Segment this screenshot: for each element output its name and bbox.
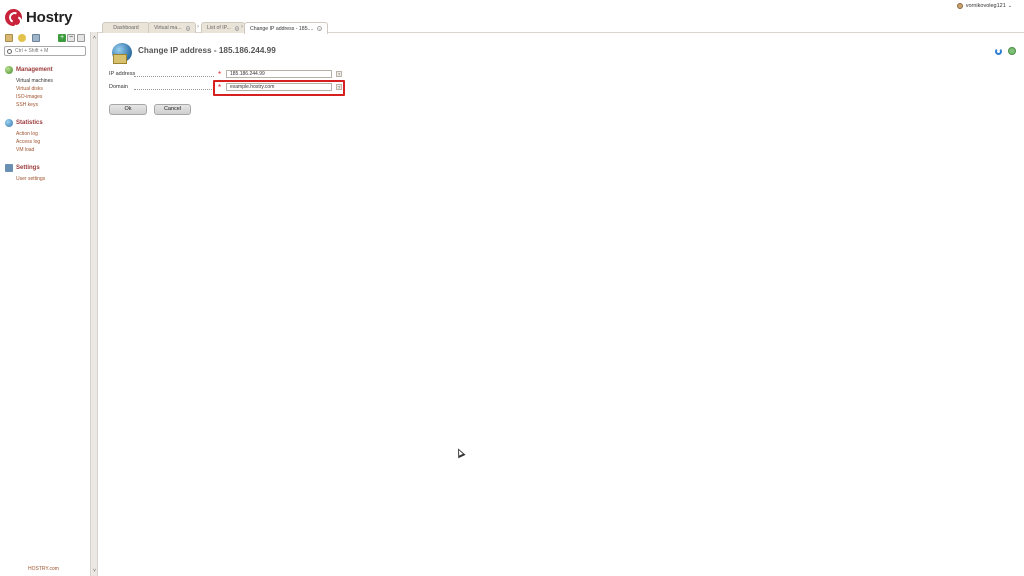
tab-label: List of IP... bbox=[207, 25, 231, 31]
refresh-icon[interactable] bbox=[995, 48, 1002, 55]
section-header-management[interactable]: Management bbox=[5, 65, 53, 74]
chevron-down-icon: ⌄ bbox=[1007, 3, 1012, 9]
folder-icon[interactable] bbox=[32, 34, 40, 42]
sidebar-splitter[interactable]: ˄ ˅ bbox=[90, 32, 98, 576]
sidebar-item-access-log[interactable]: Access log bbox=[16, 138, 43, 146]
brand-logo[interactable]: Hostry bbox=[5, 7, 73, 27]
star-icon[interactable] bbox=[18, 34, 26, 42]
section-title: Settings bbox=[16, 164, 40, 171]
required-marker: * bbox=[218, 83, 222, 92]
brand-name: Hostry bbox=[26, 8, 73, 26]
collapse-down-icon[interactable]: ˅ bbox=[93, 568, 96, 574]
required-marker: * bbox=[218, 70, 222, 79]
sidebar-item-user-settings[interactable]: User settings bbox=[16, 175, 45, 183]
search-icon bbox=[7, 48, 12, 54]
help-icon[interactable]: ? bbox=[336, 84, 342, 90]
section-settings: Settings User settings bbox=[5, 163, 45, 183]
settings-icon bbox=[5, 163, 13, 172]
section-title: Management bbox=[16, 66, 53, 73]
help-icon[interactable]: ? bbox=[336, 71, 342, 77]
ok-button[interactable]: Ok bbox=[109, 104, 147, 115]
domain-label: Domain bbox=[109, 84, 128, 90]
close-icon[interactable]: × bbox=[234, 25, 240, 31]
cancel-button[interactable]: Cancel bbox=[154, 104, 191, 115]
info-icon[interactable] bbox=[1008, 47, 1016, 55]
section-management: Management Virtual machines Virtual disk… bbox=[5, 65, 53, 109]
ip-address-label: IP address bbox=[109, 71, 136, 77]
tab-bar: Dashboard Virtual ma... × › List of IP..… bbox=[98, 21, 1024, 34]
section-statistics: Statistics Action log Access log VM load bbox=[5, 118, 43, 154]
tab-change-ip[interactable]: Change IP address - 185.... × bbox=[244, 22, 328, 34]
close-icon[interactable]: × bbox=[185, 25, 190, 31]
tab-label: Virtual ma... bbox=[154, 25, 182, 31]
tab-dashboard[interactable]: Dashboard bbox=[102, 22, 150, 33]
hostry-logo-icon bbox=[5, 8, 22, 26]
search-input[interactable] bbox=[15, 48, 83, 54]
sidebar-toolbar: + − bbox=[4, 34, 88, 44]
page-title: Change IP address - 185.186.244.99 bbox=[138, 46, 276, 55]
collapse-up-icon[interactable]: ˄ bbox=[93, 35, 96, 41]
chevron-right-icon: › bbox=[197, 24, 199, 30]
sidebar-item-ssh-keys[interactable]: SSH keys bbox=[16, 101, 53, 109]
expand-all-icon[interactable]: + bbox=[58, 34, 66, 42]
sidebar-item-virtual-machines[interactable]: Virtual machines bbox=[16, 77, 53, 85]
sidebar-search[interactable] bbox=[4, 46, 86, 56]
sidebar-item-iso-images[interactable]: ISO-images bbox=[16, 93, 53, 101]
tab-label: Change IP address - 185.... bbox=[250, 25, 314, 32]
label-leader bbox=[134, 89, 214, 90]
sidebar-item-virtual-disks[interactable]: Virtual disks bbox=[16, 85, 53, 93]
sidebar-item-vm-load[interactable]: VM load bbox=[16, 146, 43, 154]
notes-icon[interactable] bbox=[5, 34, 13, 42]
pin-icon[interactable] bbox=[77, 34, 85, 42]
management-icon bbox=[5, 65, 13, 74]
user-menu[interactable]: vornikovoleg121 ⌄ bbox=[956, 3, 1012, 9]
close-icon[interactable]: × bbox=[317, 26, 322, 31]
mouse-cursor-icon bbox=[454, 446, 466, 459]
collapse-all-icon[interactable]: − bbox=[67, 34, 75, 42]
chevron-right-icon: › bbox=[241, 24, 243, 30]
ip-address-field[interactable] bbox=[226, 70, 332, 78]
statistics-icon bbox=[5, 118, 13, 127]
user-name: vornikovoleg121 bbox=[965, 3, 1006, 9]
user-icon bbox=[956, 3, 963, 9]
section-header-settings[interactable]: Settings bbox=[5, 163, 45, 172]
tab-list-of-ip[interactable]: List of IP... × bbox=[201, 22, 245, 33]
label-leader bbox=[134, 76, 214, 77]
section-header-statistics[interactable]: Statistics bbox=[5, 118, 43, 127]
footer-link[interactable]: HOSTRY.com bbox=[28, 566, 59, 572]
section-title: Statistics bbox=[16, 119, 43, 126]
sidebar: + − Management Virtual machines Virtual … bbox=[0, 32, 90, 576]
tab-virtual-machines[interactable]: Virtual ma... × bbox=[148, 22, 196, 33]
domain-field[interactable] bbox=[226, 83, 332, 91]
tab-label: Dashboard bbox=[113, 25, 139, 31]
network-globe-icon bbox=[112, 43, 132, 64]
sidebar-item-action-log[interactable]: Action log bbox=[16, 130, 43, 138]
